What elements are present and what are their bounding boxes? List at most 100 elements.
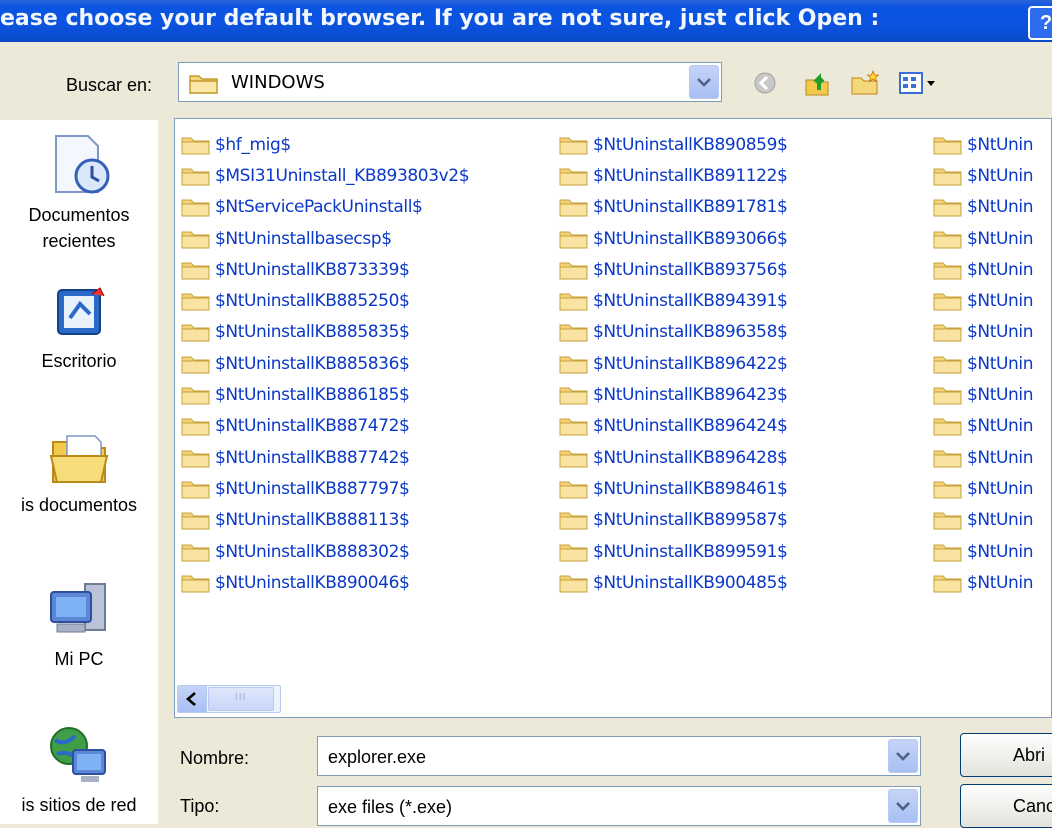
file-name-field[interactable]: explorer.exe [317,736,921,776]
folder-item[interactable]: $NtUnin [933,192,1034,223]
place-recent-documents[interactable]: Documentos recientes [0,132,158,254]
my-documents-icon [49,435,109,483]
folder-item[interactable]: $NtUninstallKB886185$ [181,379,469,410]
folder-name: $NtUnin [967,197,1034,218]
place-desktop[interactable]: Escritorio [0,284,158,374]
folder-item[interactable]: $NtUninstallKB887472$ [181,411,469,442]
place-my-computer[interactable]: Mi PC [0,578,158,672]
folder-item[interactable]: $NtUninstallKB893756$ [559,254,788,285]
folder-item[interactable]: $hf_mig$ [181,129,469,160]
back-icon[interactable] [748,66,782,100]
folder-item[interactable]: $NtUninstallKB899587$ [559,505,788,536]
folder-icon [181,512,210,530]
folder-icon [559,544,588,561]
folder-item[interactable]: $NtUnin [933,505,1034,536]
folder-name: $NtUninstallKB887472$ [215,416,410,437]
file-type-select[interactable]: exe files (*.exe) [317,786,921,826]
folder-item[interactable]: $NtUninstallKB896358$ [559,317,788,348]
new-folder-icon[interactable] [846,66,884,100]
folder-item[interactable]: $NtUninstallKB885250$ [181,285,469,316]
folder-item[interactable]: $NtUninstallKB896423$ [559,379,788,410]
folder-item[interactable]: $NtUninstallKB890859$ [559,129,788,160]
chevron-down-icon[interactable] [888,739,918,773]
folder-name: $NtUninstallKB896358$ [593,322,788,343]
folder-icon [933,512,962,530]
place-label: recientes [42,231,116,251]
folder-item[interactable]: $NtUninstallKB891122$ [559,160,788,191]
file-column-1: $hf_mig$ $MSI31Uninstall_KB893803v2$ $NtSe… [181,129,470,598]
folder-item[interactable]: $NtUninstallKB887742$ [181,442,469,473]
folder-item[interactable]: $NtUninstallKB885836$ [181,348,469,379]
folder-name: $NtUninstallKB899591$ [593,541,788,562]
folder-name: $NtUninstallKB890859$ [593,134,788,155]
desktop-icon [57,287,105,335]
folder-icon [559,481,588,499]
folder-name: $NtUninstallKB886185$ [215,385,410,406]
open-button[interactable]: Abri [960,733,1052,777]
folder-item[interactable]: $NtUninstallbasecsp$ [181,223,469,254]
folder-item[interactable]: $NtUninstallKB873339$ [181,254,469,285]
folder-name: $NtUninstallKB896422$ [593,353,788,374]
folder-item[interactable]: $NtUnin [933,411,1034,442]
chevron-down-icon[interactable] [888,789,918,823]
folder-item[interactable]: $NtUnin [933,129,1034,160]
folder-item[interactable]: $NtUninstallKB893066$ [559,223,788,254]
folder-item[interactable]: $NtUninstallKB891781$ [559,192,788,223]
folder-name: $NtUnin [967,353,1034,374]
folder-icon [559,324,588,342]
folder-item[interactable]: $NtUnin [933,348,1034,379]
file-list[interactable]: $hf_mig$ $MSI31Uninstall_KB893803v2$ $NtSe… [174,118,1052,718]
folder-item[interactable]: $NtUninstallKB896424$ [559,411,788,442]
place-my-documents[interactable]: is documentos [0,428,158,518]
help-button[interactable]: ? [1028,6,1052,40]
folder-icon [181,418,210,436]
folder-item[interactable]: $NtUninstallKB899591$ [559,536,788,567]
folder-icon [181,168,210,186]
folder-item[interactable]: $NtUnin [933,442,1034,473]
scroll-thumb[interactable]: III [208,687,274,711]
scroll-thumb-grip: III [235,692,247,703]
folder-icon [559,199,588,217]
scroll-left-button[interactable] [178,686,207,712]
folder-item[interactable]: $NtUninstallKB888302$ [181,536,469,567]
chevron-down-icon[interactable] [689,65,719,99]
folder-item[interactable]: $NtUninstallKB894391$ [559,285,788,316]
folder-item[interactable]: $NtUnin [933,160,1034,191]
folder-icon [559,450,588,468]
folder-name: $NtUninstallKB900485$ [593,572,788,593]
folder-item[interactable]: $NtUninstallKB890046$ [181,567,469,598]
folder-icon [559,575,588,593]
folder-item[interactable]: $NtUninstallKB896428$ [559,442,788,473]
folder-item[interactable]: $NtUnin [933,254,1034,285]
folder-item[interactable]: $NtUninstallKB896422$ [559,348,788,379]
folder-item[interactable]: $NtUnin [933,223,1034,254]
folder-name: $NtUninstallKB885835$ [215,322,410,343]
folder-item[interactable]: $NtUninstallKB900485$ [559,567,788,598]
folder-item[interactable]: $MSI31Uninstall_KB893803v2$ [181,160,470,191]
folder-item[interactable]: $NtUnin [933,317,1034,348]
folder-name: $NtUninstallKB896428$ [593,447,788,468]
folder-name: $NtUninstallKB890046$ [215,572,410,593]
folder-name: $NtUnin [967,228,1034,249]
folder-item[interactable]: $NtUnin [933,536,1034,567]
folder-item[interactable]: $NtUnin [933,567,1034,598]
place-network[interactable]: is sitios de red [0,724,158,818]
folder-name: $NtUninstallKB873339$ [215,259,410,280]
folder-item[interactable]: $NtUnin [933,379,1034,410]
cancel-button[interactable]: Cance [960,784,1052,828]
folder-name: $NtUninstallKB893756$ [593,259,788,280]
folder-item[interactable]: $NtUninstallKB888113$ [181,505,469,536]
folder-item[interactable]: $NtServicePackUninstall$ [181,192,469,223]
horizontal-scrollbar[interactable]: III [177,685,281,713]
folder-icon [181,450,210,468]
folder-item[interactable]: $NtUninstallKB898461$ [559,473,788,504]
look-in-combo[interactable]: WINDOWS [178,62,722,102]
up-folder-icon[interactable] [800,66,834,100]
folder-name: $NtUnin [967,510,1034,531]
view-menu-icon[interactable] [894,66,942,100]
folder-item[interactable]: $NtUnin [933,285,1034,316]
folder-item[interactable]: $NtUninstallKB885835$ [181,317,469,348]
place-label: Escritorio [41,351,117,371]
folder-item[interactable]: $NtUninstallKB887797$ [181,473,469,504]
folder-item[interactable]: $NtUnin [933,473,1034,504]
